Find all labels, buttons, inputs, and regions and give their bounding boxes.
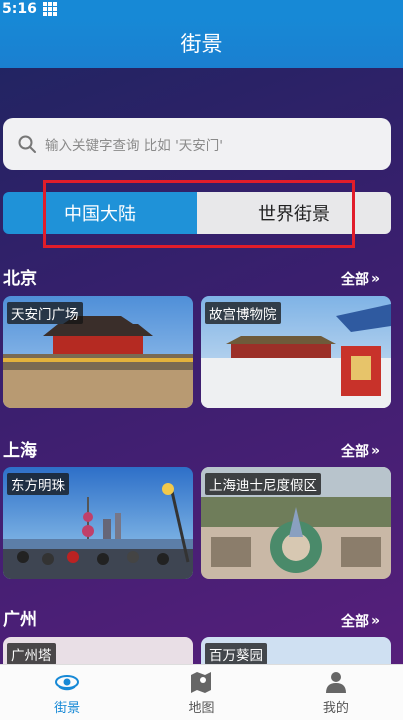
more-button-guangzhou[interactable]: 全部 »: [341, 611, 380, 631]
status-time: 5:16: [2, 1, 37, 17]
card-label: 天安门广场: [7, 302, 83, 324]
double-chevron-icon: »: [371, 271, 381, 287]
section-title-beijing: 北京: [3, 269, 37, 289]
card-shanghai-disney[interactable]: 上海迪士尼度假区: [201, 467, 391, 579]
card-baiwan-kuiyuan[interactable]: 百万葵园: [201, 637, 391, 664]
page-title: 街景: [180, 32, 223, 56]
card-label: 百万葵园: [205, 643, 267, 664]
nav-mine[interactable]: 我的: [269, 665, 403, 720]
section-title-shanghai: 上海: [3, 441, 37, 461]
card-label: 故宫博物院: [205, 302, 281, 324]
card-tiananmen[interactable]: 天安门广场: [3, 296, 193, 408]
search-placeholder: 输入关键字查询 比如 '天安门': [45, 138, 224, 154]
double-chevron-icon: »: [371, 443, 381, 459]
eye-icon: [55, 675, 80, 691]
title-bar: 街景: [0, 18, 403, 68]
bottom-nav: 街景 地图 我的: [0, 664, 403, 720]
card-label: 广州塔: [7, 643, 56, 664]
more-label: 全部: [341, 614, 369, 630]
more-button-beijing[interactable]: 全部 »: [341, 269, 380, 289]
grid-icon: [42, 2, 57, 16]
double-chevron-icon: »: [371, 613, 381, 629]
card-canton-tower[interactable]: 广州塔: [3, 637, 193, 664]
more-label: 全部: [341, 272, 369, 288]
search-input[interactable]: 输入关键字查询 比如 '天安门': [3, 118, 391, 170]
status-bar: 5:16: [0, 0, 403, 18]
tab-china-mainland[interactable]: 中国大陆: [3, 192, 197, 234]
region-tabs: 中国大陆 世界街景: [3, 192, 391, 234]
tab-world-streetview[interactable]: 世界街景: [197, 192, 391, 234]
nav-label: 我的: [322, 701, 349, 716]
nav-map[interactable]: 地图: [134, 665, 268, 720]
nav-streetview[interactable]: 街景: [0, 665, 134, 720]
section-title-guangzhou: 广州: [3, 610, 37, 630]
person-icon: [325, 672, 346, 693]
search-icon: [18, 135, 36, 153]
more-button-shanghai[interactable]: 全部 »: [341, 441, 380, 461]
map-icon: [191, 672, 212, 693]
card-forbidden-city[interactable]: 故宫博物院: [201, 296, 391, 408]
nav-label: 街景: [54, 701, 81, 716]
card-oriental-pearl[interactable]: 东方明珠: [3, 467, 193, 579]
card-label: 东方明珠: [7, 473, 69, 495]
card-label: 上海迪士尼度假区: [205, 473, 321, 495]
more-label: 全部: [341, 444, 369, 460]
nav-label: 地图: [188, 701, 215, 716]
